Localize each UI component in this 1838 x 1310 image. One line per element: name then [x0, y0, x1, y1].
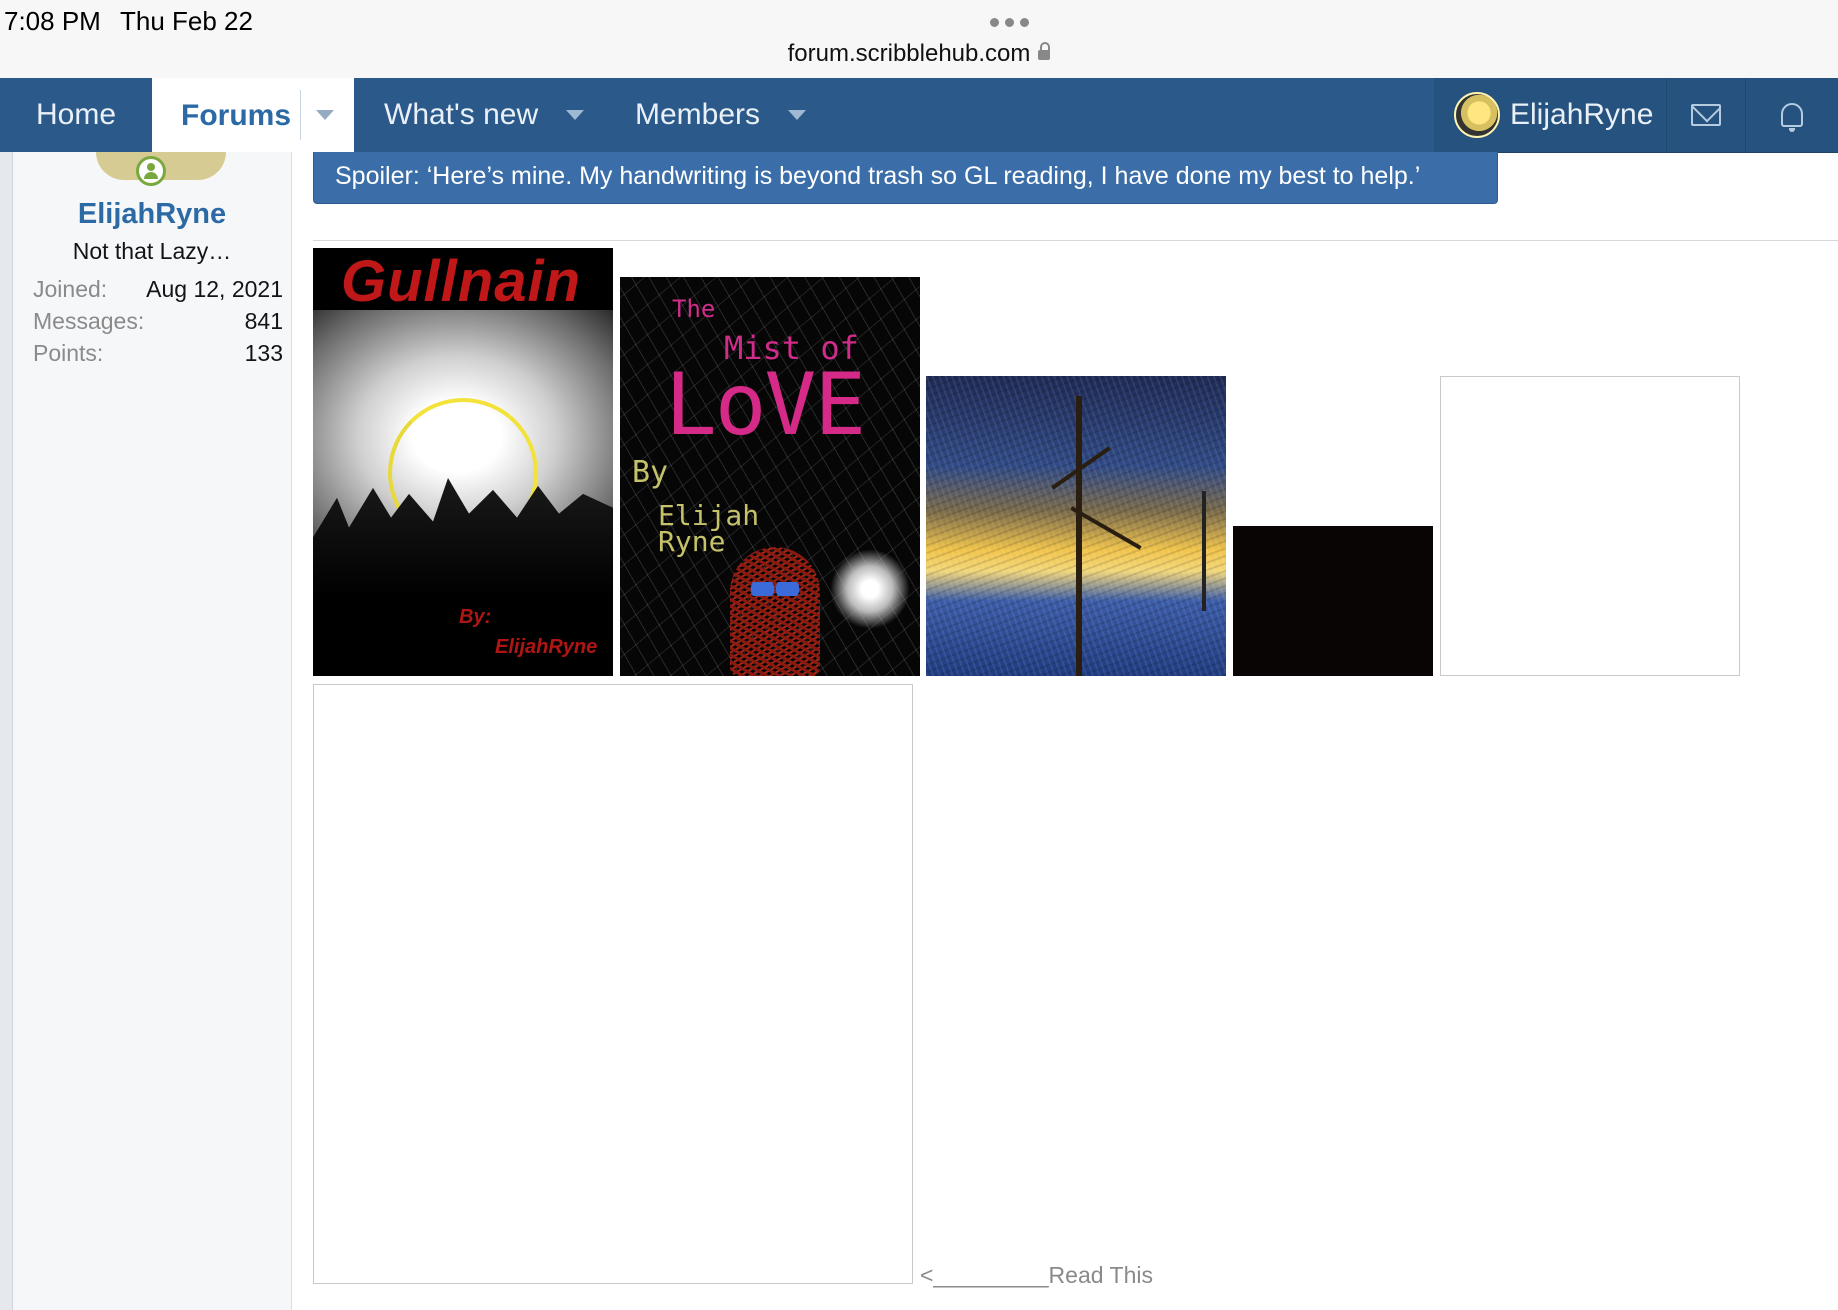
- stat-value: 133: [244, 340, 283, 366]
- cover-title-the: The: [672, 295, 716, 323]
- chevron-down-icon[interactable]: [566, 110, 585, 120]
- user-title: Not that Lazy…: [72, 238, 232, 264]
- large-blank-image[interactable]: [313, 684, 913, 1284]
- stat-value: 841: [244, 308, 283, 334]
- spoiler-label: Spoiler: ‘Here’s mine. My handwriting is…: [335, 162, 1421, 190]
- stat-label: Points:: [33, 340, 104, 366]
- dark-image[interactable]: [1233, 526, 1433, 676]
- blank-image[interactable]: [1440, 376, 1740, 676]
- stat-label: Messages:: [33, 308, 145, 334]
- painting-tree: [1076, 396, 1082, 676]
- nav-home[interactable]: Home: [0, 78, 152, 152]
- alerts-button[interactable]: [1746, 78, 1838, 152]
- nav-forums-label: Forums: [181, 98, 292, 132]
- cover-title: Gullnain: [341, 249, 581, 314]
- painting-lamppost: [1202, 491, 1206, 611]
- read-this-text: <_________Read This: [920, 1262, 1153, 1288]
- inbox-button[interactable]: [1667, 78, 1745, 152]
- cover-figure: [730, 547, 820, 676]
- avatar: [1454, 92, 1500, 138]
- bell-icon: [1781, 103, 1803, 132]
- lock-icon: [1038, 41, 1051, 60]
- nav-account-button[interactable]: ElijahRyne: [1434, 78, 1666, 152]
- cover-by: By: [632, 455, 669, 490]
- address-bar[interactable]: forum.scribblehub.com: [0, 40, 1838, 68]
- nav-username: ElijahRyne: [1510, 98, 1654, 131]
- url-text: forum.scribblehub.com: [787, 40, 1031, 67]
- cover-by: By:: [459, 606, 492, 628]
- status-date: Thu Feb 22: [120, 6, 253, 36]
- online-status-icon: [136, 156, 166, 186]
- nav-members-label: Members: [635, 98, 761, 131]
- nav-home-label: Home: [35, 98, 117, 131]
- chevron-down-icon[interactable]: [316, 110, 334, 120]
- painting-night-street[interactable]: [926, 376, 1226, 676]
- cover-author: ElijahRyne: [495, 636, 598, 658]
- nav-separator: [300, 90, 301, 140]
- status-time: 7:08 PM: [4, 6, 101, 36]
- divider: [313, 240, 1838, 241]
- chevron-down-icon[interactable]: [788, 110, 807, 120]
- nav-whats-new[interactable]: What's new: [384, 78, 585, 152]
- cover-glow: [830, 549, 910, 629]
- stat-label: Joined:: [33, 276, 108, 302]
- cover-author-last: Ryne: [658, 525, 726, 558]
- user-card: ElijahRyne Not that Lazy… Joined: Aug 12…: [13, 152, 292, 1310]
- stat-value: Aug 12, 2021: [146, 276, 283, 302]
- cover-gullnain[interactable]: Gullnain By: ElijahRyne: [313, 248, 613, 676]
- mail-icon: [1691, 104, 1721, 126]
- cover-mist-of-love[interactable]: The Mist of LoVE By Elijah Ryne: [620, 277, 920, 676]
- nav-account-area: ElijahRyne: [1434, 78, 1838, 152]
- main-nav: Home Forums What's new Members ElijahRyn…: [0, 78, 1838, 153]
- more-dots-icon[interactable]: [990, 18, 1029, 27]
- nav-whats-new-label: What's new: [384, 98, 539, 131]
- cover-author: Elijah Ryne: [658, 502, 759, 558]
- cover-title-love: LoVE: [665, 355, 866, 455]
- nav-members[interactable]: Members: [635, 78, 807, 152]
- spoiler-button[interactable]: Spoiler: ‘Here’s mine. My handwriting is…: [313, 152, 1498, 204]
- user-card-name[interactable]: ElijahRyne: [13, 198, 291, 231]
- nav-forums[interactable]: Forums: [152, 78, 354, 153]
- status-bar: 7:08 PM Thu Feb 22 forum.scribblehub.com: [0, 0, 1838, 78]
- left-gutter: [0, 152, 13, 1310]
- cover-eyes: [750, 582, 800, 596]
